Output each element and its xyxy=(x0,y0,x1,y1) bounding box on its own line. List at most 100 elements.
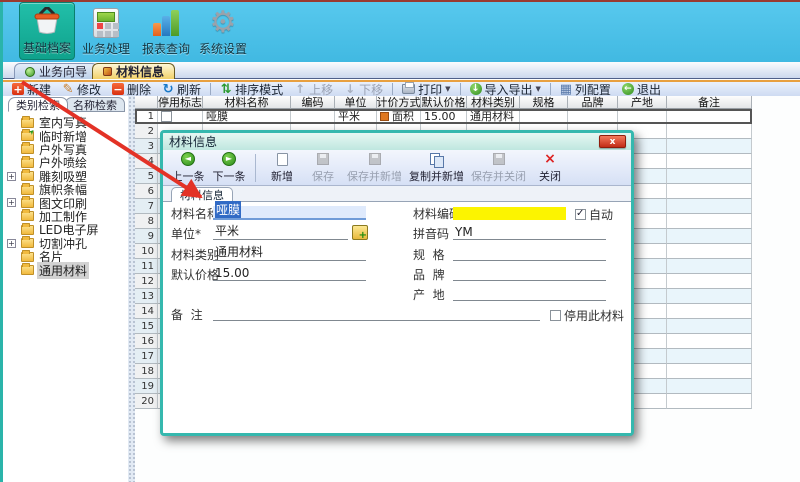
ribbon-button-3[interactable]: 报表查询 xyxy=(138,2,194,60)
doc-tab-2[interactable]: 材料信息 xyxy=(92,63,175,79)
tree-item-label: 通用材料 xyxy=(37,262,89,279)
tree-item-12[interactable]: 通用材料 xyxy=(3,263,128,276)
disable-material-label: 停用此材料 xyxy=(564,307,624,324)
dialog-button-new-doc[interactable]: 新增 xyxy=(265,152,299,184)
dialog-button-next[interactable]: ►下一条 xyxy=(212,152,246,184)
dialog-button-close-x[interactable]: ×关闭 xyxy=(533,152,567,184)
grid-cell xyxy=(667,169,752,184)
exit-icon: ← xyxy=(622,83,634,95)
brand-input[interactable] xyxy=(453,267,606,281)
toolbar-button-exit[interactable]: ←退出 xyxy=(618,82,665,96)
disable-material-checkbox[interactable] xyxy=(550,310,561,321)
prev-icon: ◄ xyxy=(180,152,196,167)
grid-cell: 9 xyxy=(135,229,158,244)
sort-icon: ⇅ xyxy=(220,83,232,95)
ribbon-button-label: 系统设置 xyxy=(199,40,247,57)
folder-icon xyxy=(21,185,34,195)
folder-icon xyxy=(21,225,34,235)
toolbar-button-columns[interactable]: ▦列配置 xyxy=(556,82,615,96)
grid-header-10[interactable]: 产地 xyxy=(618,96,667,109)
ribbon-button-1[interactable]: 基础档案 xyxy=(19,2,75,60)
grid-cell: 14 xyxy=(135,304,158,319)
doc-tab-1[interactable]: 业务向导 xyxy=(14,63,98,79)
sidebar: 类别检索名称检索 室内写真临时新增户外写真户外喷绘+雕刻吸塑旗帜条幅+图文印刷加… xyxy=(3,96,128,482)
spec-input[interactable] xyxy=(453,247,606,261)
toolbar-button-delete[interactable]: −删除 xyxy=(108,82,155,96)
pinyin-value: YM xyxy=(455,225,473,239)
dropdown-caret-icon: ▼ xyxy=(445,85,450,93)
ribbon-button-2[interactable]: 业务处理 xyxy=(78,2,134,60)
expand-icon[interactable]: + xyxy=(7,198,16,207)
ribbon-button-label: 业务处理 xyxy=(82,40,130,57)
toolbar-button-edit[interactable]: ✎修改 xyxy=(58,82,105,96)
dialog-button-label: 保存并新增 xyxy=(347,168,402,184)
expand-icon[interactable]: + xyxy=(7,172,16,181)
dialog-button-label: 上一条 xyxy=(172,168,205,184)
grid-row-1[interactable]: 1哑膜平米面积15.00通用材料 xyxy=(135,109,752,124)
grid-header-9[interactable]: 品牌 xyxy=(568,96,618,109)
stop-flag-checkbox[interactable] xyxy=(161,111,172,122)
expand-icon[interactable]: + xyxy=(7,239,16,248)
grid-header-7[interactable]: 材料类别 xyxy=(467,96,520,109)
folder-icon xyxy=(21,144,34,154)
grid-cell: 18 xyxy=(135,364,158,379)
grid-cell: 17 xyxy=(135,349,158,364)
form-label: 产 地 xyxy=(413,286,445,303)
globe-icon xyxy=(25,67,35,77)
edit-icon: ✎ xyxy=(62,83,74,95)
tree-item-10[interactable]: +切割冲孔 xyxy=(3,237,128,250)
disable-material-row: 停用此材料 xyxy=(550,307,624,324)
toolbar-button-label: 打印 xyxy=(418,81,442,98)
dialog-close-button[interactable]: x xyxy=(599,135,626,148)
folder-icon xyxy=(21,171,34,181)
toolbar-button-new[interactable]: +新建 xyxy=(8,82,55,96)
grid-header-4[interactable]: 单位 xyxy=(335,96,377,109)
grid-cell: 10 xyxy=(135,244,158,259)
auto-checkbox-row: 自动 xyxy=(575,206,613,223)
grid-cell: 16 xyxy=(135,334,158,349)
dialog-button-label: 关闭 xyxy=(539,168,561,184)
dialog-toolbar-separator xyxy=(255,154,256,182)
grid-cell xyxy=(667,319,752,334)
pinyin-input[interactable]: YM xyxy=(453,226,606,240)
columns-icon: ▦ xyxy=(560,83,572,95)
sidebar-tab-2[interactable]: 名称检索 xyxy=(65,97,125,112)
sidebar-tab-1[interactable]: 类别检索 xyxy=(8,97,68,112)
toolbar-button-sort[interactable]: ⇅排序模式 xyxy=(216,82,287,96)
toolbar-separator xyxy=(550,83,551,95)
grid-cell: 20 xyxy=(135,394,158,409)
dialog-button-copy-new[interactable]: 复制并新增 xyxy=(409,152,464,184)
grid-header-6[interactable]: 默认价格 xyxy=(421,96,467,109)
grid-header-8[interactable]: 规格 xyxy=(520,96,568,109)
dialog-titlebar[interactable]: 材料信息 xyxy=(163,133,631,150)
save-new-icon xyxy=(367,152,383,167)
grid-cell: 通用材料 xyxy=(467,109,520,124)
material-code-input[interactable] xyxy=(453,207,566,220)
save-icon xyxy=(315,152,331,167)
note-input[interactable] xyxy=(213,307,540,321)
grid-header-11[interactable]: 备注 xyxy=(667,96,752,109)
sidebar-splitter[interactable] xyxy=(128,96,135,482)
folder-icon xyxy=(21,131,34,141)
grid-header-1[interactable]: 停用标志 xyxy=(158,96,203,109)
dialog-button-prev[interactable]: ◄上一条 xyxy=(171,152,205,184)
toolbar-button-down: ↓下移 xyxy=(340,82,387,96)
origin-input[interactable] xyxy=(453,287,606,301)
grid-cell xyxy=(667,184,752,199)
close-x-icon: × xyxy=(542,152,558,167)
grid-header-2[interactable]: 材料名称 xyxy=(203,96,291,109)
ribbon-button-label: 基础档案 xyxy=(23,39,71,56)
ribbon-button-4[interactable]: ⚙系统设置 xyxy=(195,2,251,60)
toolbar-button-up: ↑上移 xyxy=(290,82,337,96)
grid-cell: 2 xyxy=(135,124,158,139)
grid-cell: 4 xyxy=(135,154,158,169)
toolbar-button-import[interactable]: ↓导入导出▼ xyxy=(466,82,545,96)
grid-header-3[interactable]: 编码 xyxy=(291,96,335,109)
toolbar-button-refresh[interactable]: ↻刷新 xyxy=(158,82,205,96)
grid-header-5[interactable]: 计价方式 xyxy=(377,96,421,109)
auto-checkbox[interactable] xyxy=(575,209,586,220)
toolbar-button-print[interactable]: 打印▼ xyxy=(398,82,454,96)
grid-header-row: 停用标志材料名称编码单位计价方式默认价格材料类别规格品牌产地备注 xyxy=(135,96,752,109)
dialog-button-label: 下一条 xyxy=(213,168,246,184)
dialog-button-save: 保存 xyxy=(306,152,340,184)
